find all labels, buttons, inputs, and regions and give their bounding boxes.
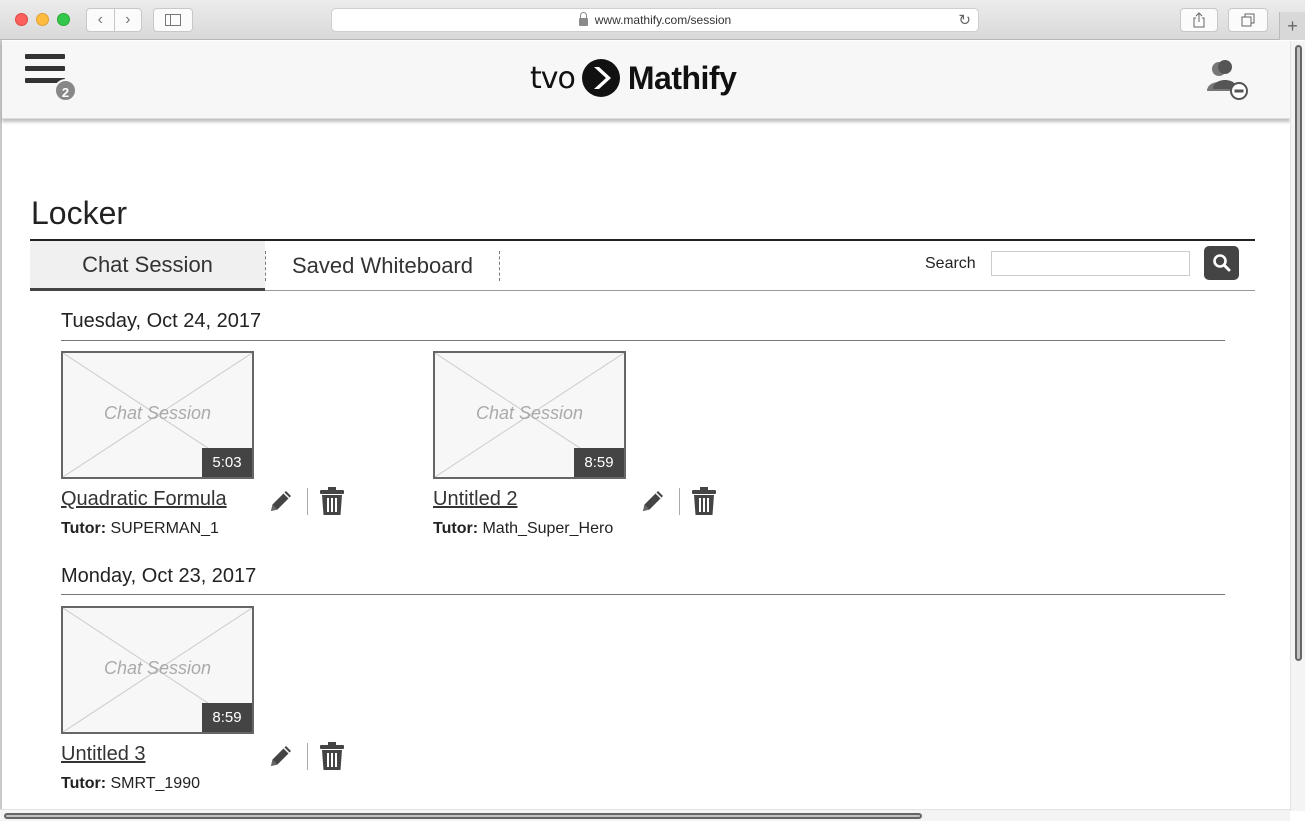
tutor-info: Tutor: Math_Super_Hero: [433, 520, 613, 538]
action-divider: [307, 743, 308, 770]
tutor-info: Tutor: SUPERMAN_1: [61, 520, 219, 538]
vertical-scroll-thumb[interactable]: [1295, 45, 1302, 661]
thumbnail-placeholder-label: Chat Session: [103, 658, 212, 678]
date-divider: [61, 594, 1225, 595]
session-card: Chat Session 8:59 Untitled 3 Tutor: SMRT…: [61, 606, 361, 796]
lock-icon: [578, 12, 588, 26]
vertical-scrollbar[interactable]: [1290, 41, 1305, 811]
page-title: Locker: [31, 195, 128, 231]
duration-badge: 5:03: [202, 448, 252, 477]
tutor-label: Tutor:: [61, 775, 107, 792]
address-bar[interactable]: www.mathify.com/session ↻: [331, 8, 979, 32]
session-card: Chat Session 5:03 Quadratic Formula Tuto…: [61, 351, 361, 541]
duration-badge: 8:59: [574, 448, 624, 477]
close-window-button[interactable]: [15, 13, 28, 26]
logo-brand: Mathify: [627, 59, 737, 96]
date-heading: Monday, Oct 23, 2017: [61, 565, 257, 587]
date-divider: [61, 340, 1225, 341]
tab-saved-whiteboard[interactable]: Saved Whiteboard: [265, 241, 500, 290]
tab-chat-session[interactable]: Chat Session: [30, 241, 265, 291]
thumbnail-placeholder-label: Chat Session: [103, 403, 212, 423]
session-title-link[interactable]: Quadratic Formula: [61, 488, 227, 511]
session-thumbnail[interactable]: Chat Session 8:59: [61, 606, 254, 734]
search-input[interactable]: [991, 251, 1190, 276]
play-chevron-icon: [581, 59, 620, 97]
edit-pencil-icon[interactable]: [639, 487, 667, 515]
new-tab-button[interactable]: +: [1279, 12, 1305, 40]
horizontal-scrollbar[interactable]: [0, 809, 1290, 821]
tab-divider: [499, 251, 500, 281]
reload-icon[interactable]: ↻: [958, 11, 971, 29]
sidebar-toggle-button[interactable]: [153, 8, 193, 32]
zoom-window-button[interactable]: [57, 13, 70, 26]
search-icon: [1212, 254, 1230, 272]
tutor-info: Tutor: SMRT_1990: [61, 775, 200, 793]
share-button[interactable]: [1180, 8, 1218, 32]
action-divider: [679, 488, 680, 515]
url-text: www.mathify.com/session: [594, 13, 732, 27]
trash-icon[interactable]: [691, 486, 717, 516]
logo-prefix: tvo: [530, 60, 576, 96]
tabs-icon: [1241, 13, 1255, 27]
locker-tabs: Chat Session Saved Whiteboard Search: [30, 239, 1255, 291]
history-nav: ‹ ›: [86, 8, 142, 32]
session-thumbnail[interactable]: Chat Session 8:59: [433, 351, 626, 479]
thumbnail-placeholder-label: Chat Session: [475, 403, 584, 423]
notification-badge: 2: [54, 79, 77, 102]
action-divider: [307, 488, 308, 515]
user-settings-icon[interactable]: [1201, 55, 1253, 103]
session-card: Chat Session 8:59 Untitled 2 Tutor: Math…: [433, 351, 733, 541]
edit-pencil-icon[interactable]: [267, 487, 295, 515]
trash-icon[interactable]: [319, 486, 345, 516]
tutor-label: Tutor:: [61, 520, 107, 537]
tutor-label: Tutor:: [433, 520, 479, 537]
tutor-name: SMRT_1990: [110, 775, 200, 792]
trash-icon[interactable]: [319, 741, 345, 771]
tvo-mathify-logo[interactable]: tvo Mathify: [530, 57, 737, 99]
date-heading: Tuesday, Oct 24, 2017: [61, 310, 262, 332]
tutor-name: SUPERMAN_1: [110, 520, 219, 537]
forward-button[interactable]: ›: [113, 9, 142, 31]
sidebar-icon: [165, 14, 181, 26]
session-title-link[interactable]: Untitled 3: [61, 743, 146, 766]
edit-pencil-icon[interactable]: [267, 742, 295, 770]
browser-toolbar: ‹ › www.mathify.com/session ↻ +: [0, 0, 1305, 40]
tutor-name: Math_Super_Hero: [482, 520, 614, 537]
minimize-window-button[interactable]: [36, 13, 49, 26]
session-title-link[interactable]: Untitled 2: [433, 488, 518, 511]
duration-badge: 8:59: [202, 703, 252, 732]
app-header: 2 tvo Mathify: [2, 41, 1290, 119]
search-button[interactable]: [1204, 246, 1239, 280]
back-button[interactable]: ‹: [87, 9, 114, 31]
search-label: Search: [925, 255, 976, 272]
window-frame: [0, 40, 2, 821]
share-icon: [1193, 12, 1205, 28]
horizontal-scroll-thumb[interactable]: [4, 813, 922, 819]
session-thumbnail[interactable]: Chat Session 5:03: [61, 351, 254, 479]
tabs-overview-button[interactable]: [1228, 8, 1268, 32]
